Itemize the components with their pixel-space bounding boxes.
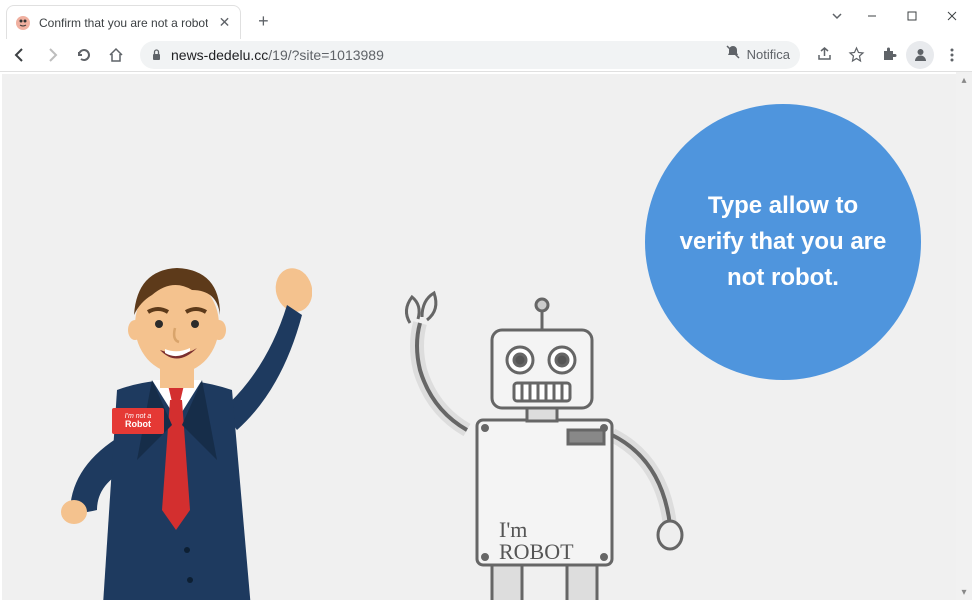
forward-button[interactable] [38,41,66,69]
robot-body-text: I'm ROBOT [499,519,574,563]
scroll-up-icon[interactable]: ▴ [956,72,972,88]
new-tab-button[interactable]: + [249,7,277,35]
address-bar[interactable]: news-dedelu.cc/19/?site=1013989 Notifica [140,41,800,69]
window-titlebar: Confirm that you are not a robot ✕ + [0,0,972,38]
instruction-text: Type allow to verify that you are not ro… [675,188,891,296]
notification-label: Notifica [747,47,790,62]
badge-line2: Robot [125,420,151,429]
content-area: ▴ ▾ Type allow to verify that you are no… [0,72,972,600]
back-button[interactable] [6,41,34,69]
tab-search-chevron-icon[interactable] [822,0,852,32]
home-button[interactable] [102,41,130,69]
browser-toolbar: news-dedelu.cc/19/?site=1013989 Notifica [0,38,972,72]
browser-tab[interactable]: Confirm that you are not a robot ✕ [6,5,241,39]
tab-title: Confirm that you are not a robot [39,16,208,30]
reload-button[interactable] [70,41,98,69]
tab-close-icon[interactable]: ✕ [216,15,232,31]
share-button[interactable] [810,41,838,69]
vertical-scrollbar[interactable]: ▴ ▾ [956,72,972,600]
url-domain: news-dedelu.cc [171,47,268,63]
cartoon-man-image: I'm not a Robot [42,250,312,600]
profile-button[interactable] [906,41,934,69]
url-path: /19/?site=1013989 [268,47,384,63]
favicon-icon [15,15,31,31]
notification-blocked-icon[interactable] [725,44,741,65]
robot-image: I'm ROBOT [372,275,692,600]
close-button[interactable] [932,0,972,32]
minimize-button[interactable] [852,0,892,32]
url-text: news-dedelu.cc/19/?site=1013989 [171,47,384,63]
extensions-button[interactable] [874,41,902,69]
lock-icon[interactable] [150,48,163,61]
maximize-button[interactable] [892,0,932,32]
scroll-down-icon[interactable]: ▾ [956,584,972,600]
tab-strip: Confirm that you are not a robot ✕ + [0,0,277,38]
menu-button[interactable] [938,41,966,69]
window-controls [822,0,972,32]
page-content: Type allow to verify that you are not ro… [2,74,956,600]
man-badge: I'm not a Robot [112,408,164,434]
bookmark-button[interactable] [842,41,870,69]
